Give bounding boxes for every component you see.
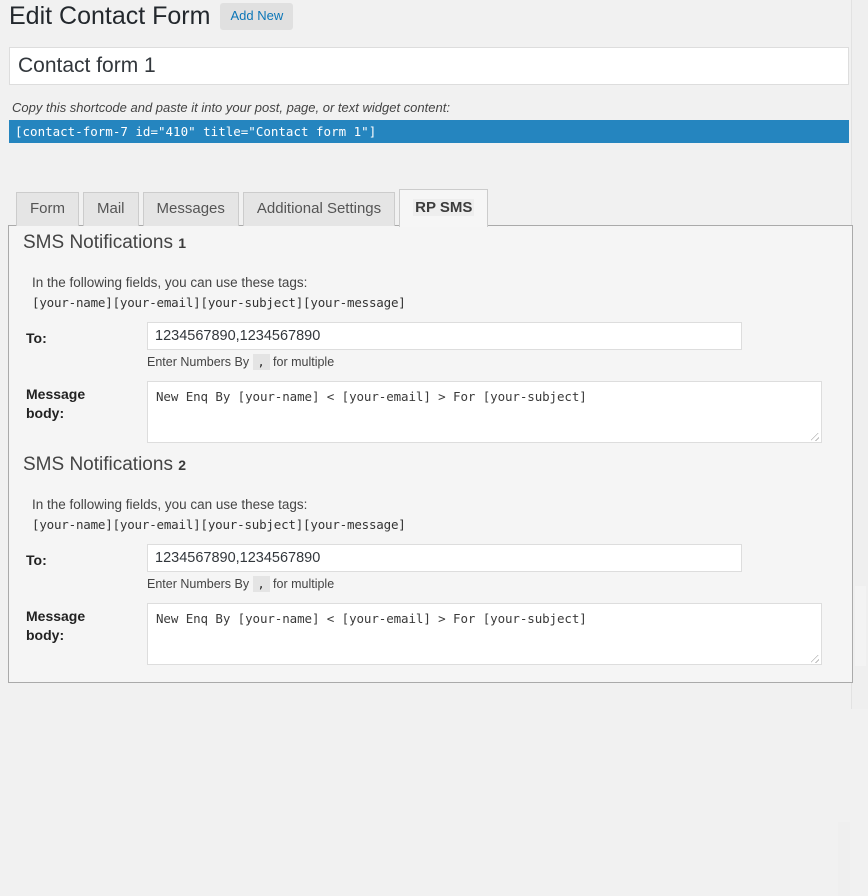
tab-mail[interactable]: Mail [83, 192, 139, 226]
section-2-to-input[interactable] [147, 544, 742, 572]
section-2-body-textarea[interactable]: New Enq By [your-name] < [your-email] > … [147, 603, 822, 665]
section-1-note-after: for multiple [273, 355, 335, 369]
section-1-index: 1 [178, 235, 187, 251]
page-title: Edit Contact Form [9, 2, 211, 30]
shortcode-instruction: Copy this shortcode and paste it into yo… [12, 100, 450, 115]
add-new-button[interactable]: Add New [220, 3, 294, 30]
tab-messages-label: Messages [156, 200, 225, 217]
section-1-note-before: Enter Numbers By [147, 355, 250, 369]
section-2-body-label: Message body: [26, 607, 126, 645]
section-2-note-after: for multiple [273, 577, 335, 591]
section-2-note-before: Enter Numbers By [147, 577, 250, 591]
section-2-hint: In the following fields, you can use the… [32, 497, 308, 512]
section-2-body-label-line2: body: [26, 627, 65, 643]
tab-rp-sms[interactable]: RP SMS [399, 189, 489, 227]
section-1-body-label-line2: body: [26, 405, 65, 421]
section-1-heading-text: SMS Notifications [23, 232, 173, 253]
tab-mail-label: Mail [97, 200, 125, 217]
section-1-body-textarea[interactable]: New Enq By [your-name] < [your-email] > … [147, 381, 822, 443]
shortcode-input[interactable] [9, 120, 849, 143]
panel-inner-scroll-area[interactable] [838, 822, 850, 896]
section-1-tags: [your-name][your-email][your-subject][yo… [32, 295, 406, 310]
page-scrollbar-thumb[interactable] [855, 586, 866, 666]
section-2-to-note: Enter Numbers By , for multiple [147, 576, 334, 592]
section-1-to-label: To: [26, 330, 47, 346]
form-title-input[interactable] [9, 47, 849, 85]
section-1-hint: In the following fields, you can use the… [32, 275, 308, 290]
section-1-heading: SMS Notifications 1 [23, 231, 186, 255]
section-2-heading-text: SMS Notifications [23, 454, 173, 475]
tab-rp-sms-label: RP SMS [413, 199, 475, 216]
section-1-note-separator: , [252, 354, 270, 370]
tab-form[interactable]: Form [16, 192, 79, 226]
section-2-to-label: To: [26, 552, 47, 568]
page-scrollbar[interactable] [851, 0, 868, 709]
section-2-tags: [your-name][your-email][your-subject][yo… [32, 517, 406, 532]
page-header: Edit Contact Form Add New [9, 2, 294, 31]
section-1-to-input[interactable] [147, 322, 742, 350]
tab-bar: Form Mail Messages Additional Settings R… [16, 189, 492, 227]
section-2-note-separator: , [252, 576, 270, 592]
section-2-heading: SMS Notifications 2 [23, 453, 186, 477]
section-1-body-label-line1: Message [26, 386, 86, 402]
tab-messages[interactable]: Messages [142, 192, 239, 226]
section-1-to-note: Enter Numbers By , for multiple [147, 354, 334, 370]
section-2-body-label-line1: Message [26, 608, 86, 624]
section-2-index: 2 [178, 457, 187, 473]
tab-additional-settings-label: Additional Settings [256, 200, 382, 217]
tab-form-label: Form [30, 200, 65, 217]
section-1-body-label: Message body: [26, 385, 126, 423]
tab-additional-settings[interactable]: Additional Settings [242, 192, 396, 226]
rp-sms-panel: SMS Notifications 1 In the following fie… [8, 225, 853, 896]
